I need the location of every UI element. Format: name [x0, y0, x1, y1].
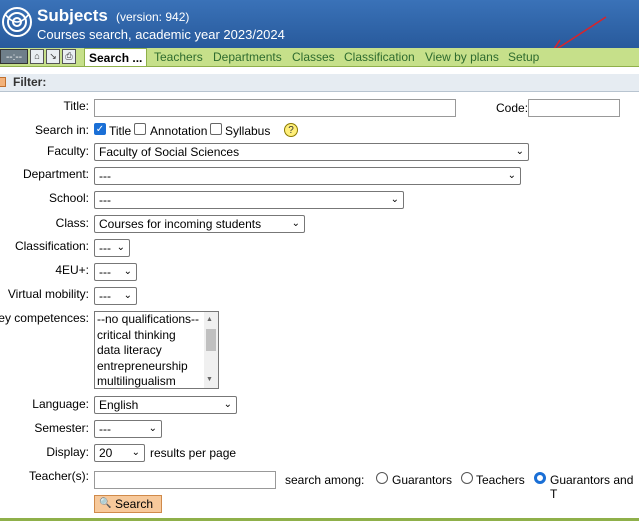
- list-item[interactable]: entrepreneurship: [95, 359, 218, 375]
- display-select[interactable]: 20 ⌄: [94, 444, 145, 462]
- school-select[interactable]: --- ⌄: [94, 191, 404, 209]
- user-login-field[interactable]: --:--: [0, 49, 28, 64]
- faculty-select[interactable]: Faculty of Social Sciences ⌄: [94, 143, 529, 161]
- faculty-label: Faculty:: [46, 144, 89, 158]
- class-value: Courses for incoming students: [99, 217, 262, 231]
- display-label: Display:: [46, 445, 89, 459]
- language-value: English: [99, 398, 139, 412]
- help-icon[interactable]: ?: [284, 123, 298, 137]
- school-value: ---: [99, 193, 111, 207]
- scroll-thumb[interactable]: [206, 329, 216, 351]
- virtual-mobility-value: ---: [99, 289, 111, 303]
- search-in-syllabus-label: Syllabus: [225, 124, 271, 138]
- search-in-annotation-checkbox[interactable]: [134, 123, 146, 135]
- scroll-up-icon[interactable]: ▲: [206, 316, 213, 323]
- search-among-guarantors-label: Guarantors: [392, 473, 453, 487]
- department-value: ---: [99, 169, 111, 183]
- department-label: Department:: [22, 167, 89, 181]
- search-among-guarantors-and-teachers-label: Guarantors and T: [550, 473, 634, 501]
- class-select[interactable]: Courses for incoming students ⌄: [94, 215, 305, 233]
- chevron-down-icon: ⌄: [131, 447, 140, 458]
- virtual-mobility-select[interactable]: --- ⌄: [94, 287, 137, 305]
- virtual-mobility-label: Virtual mobility:: [7, 287, 89, 301]
- tab-teachers[interactable]: Teachers: [154, 48, 203, 66]
- search-among-teachers-radio[interactable]: [461, 472, 473, 484]
- language-select[interactable]: English ⌄: [94, 396, 237, 414]
- teachers-input[interactable]: [94, 471, 276, 489]
- search-among-guarantors-and-teachers-radio[interactable]: [534, 472, 546, 484]
- title-label: Title:: [63, 99, 89, 113]
- filter-header: Filter:: [0, 74, 639, 92]
- chevron-down-icon: ⌄: [116, 242, 125, 253]
- home-icon[interactable]: ⌂: [30, 49, 44, 64]
- teachers-label: Teacher(s):: [28, 469, 89, 483]
- chevron-down-icon: ⌄: [515, 146, 524, 157]
- classification-label: Classification:: [14, 239, 89, 253]
- filter-toggle-icon[interactable]: [0, 77, 6, 87]
- list-item[interactable]: critical thinking: [95, 328, 218, 344]
- class-label: Class:: [55, 216, 89, 230]
- list-item[interactable]: data literacy: [95, 343, 218, 359]
- tab-view-by-plans[interactable]: View by plans: [425, 48, 499, 66]
- faculty-value: Faculty of Social Sciences: [99, 145, 240, 159]
- university-logo-icon: [2, 7, 32, 37]
- semester-select[interactable]: --- ⌄: [94, 420, 162, 438]
- list-item[interactable]: --no qualifications--: [95, 312, 218, 328]
- tab-search[interactable]: Search ...: [84, 48, 148, 66]
- display-suffix: results per page: [150, 446, 237, 460]
- code-label: Code:: [496, 101, 529, 115]
- eu-label: 4EU+:: [55, 263, 89, 277]
- bottom-divider: [0, 518, 639, 521]
- key-competences-label: Key competences:: [0, 311, 89, 325]
- classification-select[interactable]: --- ⌄: [94, 239, 130, 257]
- print-icon[interactable]: ⎙: [62, 49, 76, 64]
- key-competences-listbox[interactable]: --no qualifications-- critical thinking …: [94, 311, 219, 389]
- chevron-down-icon: ⌄: [123, 266, 132, 277]
- semester-label: Semester:: [34, 421, 89, 435]
- magnifier-icon: 🔍: [99, 498, 112, 509]
- eu-select[interactable]: --- ⌄: [94, 263, 137, 281]
- classification-value: ---: [99, 241, 111, 255]
- tab-classes[interactable]: Classes: [292, 48, 335, 66]
- school-label: School:: [48, 191, 89, 205]
- app-title: Subjects: [37, 6, 108, 25]
- search-in-label: Search in:: [34, 123, 89, 137]
- display-value: 20: [99, 446, 113, 460]
- search-button[interactable]: 🔍 Search: [94, 495, 162, 513]
- search-in-annotation-label: Annotation: [150, 124, 208, 138]
- search-in-title-label: Title: [109, 124, 132, 138]
- language-label: Language:: [32, 397, 89, 411]
- list-item[interactable]: multilingualism: [95, 374, 218, 388]
- app-header: Subjects (version: 942) Courses search, …: [0, 0, 639, 53]
- search-among-teachers-label: Teachers: [476, 473, 525, 487]
- title-input[interactable]: [94, 99, 456, 117]
- search-button-label: Search: [115, 497, 154, 511]
- code-input[interactable]: [528, 99, 620, 117]
- version-label: (version: 942): [116, 10, 190, 24]
- chevron-down-icon: ⌄: [390, 194, 399, 205]
- chevron-down-icon: ⌄: [291, 218, 300, 229]
- scroll-down-icon[interactable]: ▼: [206, 376, 213, 383]
- search-in-title-checkbox[interactable]: ✓: [94, 123, 106, 135]
- chevron-down-icon: ⌄: [223, 399, 232, 410]
- page-subtitle: Courses search, academic year 2023/2024: [37, 27, 285, 42]
- chevron-down-icon: ⌄: [123, 290, 132, 301]
- department-select[interactable]: --- ⌄: [94, 167, 521, 185]
- login-icon[interactable]: ↘: [46, 49, 60, 64]
- semester-value: ---: [99, 422, 111, 436]
- chevron-down-icon: ⌄: [148, 423, 157, 434]
- chevron-down-icon: ⌄: [507, 170, 516, 181]
- tab-classification[interactable]: Classification: [344, 48, 415, 66]
- search-in-syllabus-checkbox[interactable]: [210, 123, 222, 135]
- filter-label: Filter:: [13, 75, 47, 89]
- tab-setup[interactable]: Setup: [508, 48, 539, 66]
- eu-value: ---: [99, 265, 111, 279]
- search-among-guarantors-radio[interactable]: [376, 472, 388, 484]
- search-among-label: search among:: [285, 473, 365, 487]
- tab-departments[interactable]: Departments: [213, 48, 282, 66]
- main-nav: --:-- ⌂ ↘ ⎙ Search ... Teachers Departme…: [0, 48, 639, 67]
- scrollbar[interactable]: ▲ ▼: [204, 312, 218, 388]
